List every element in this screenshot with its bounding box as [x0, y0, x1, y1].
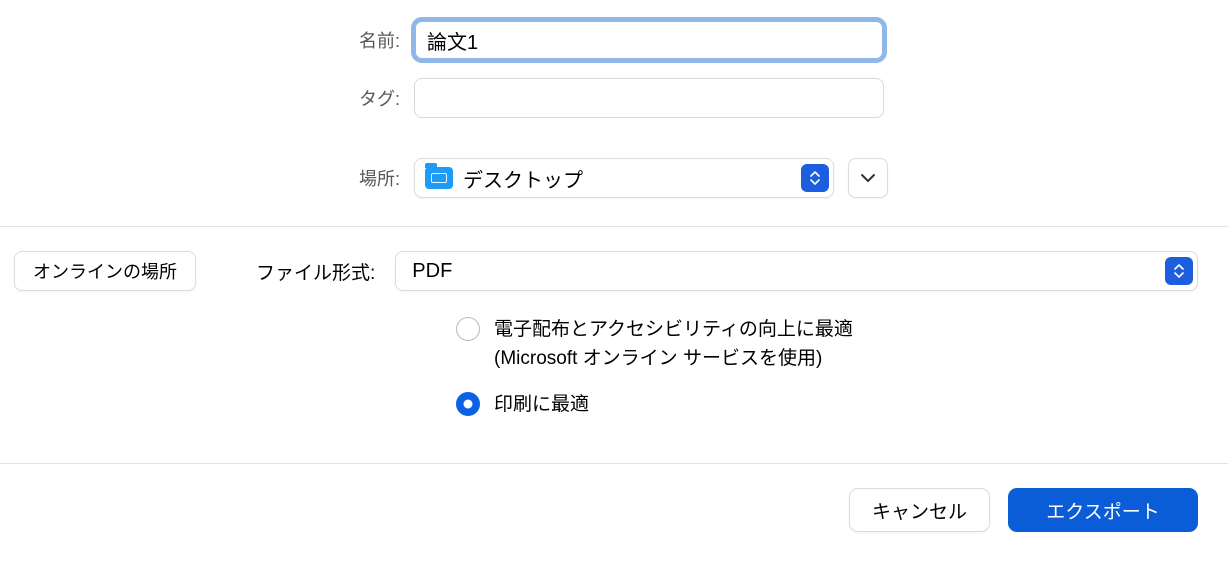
cancel-button[interactable]: キャンセル — [849, 488, 990, 532]
format-row: オンラインの場所 ファイル形式: PDF — [0, 251, 1228, 291]
folder-icon — [425, 167, 453, 189]
updown-icon — [1165, 257, 1193, 285]
save-panel-top: 名前: タグ: 場所: デスクトップ — [0, 0, 1228, 226]
format-panel: オンラインの場所 ファイル形式: PDF 電子配布とアクセシビリティの向上に最適… — [0, 227, 1228, 463]
online-locations-button[interactable]: オンラインの場所 — [14, 251, 196, 291]
name-input[interactable] — [414, 20, 884, 60]
file-format-label: ファイル形式: — [256, 258, 375, 285]
file-format-select[interactable]: PDF — [395, 251, 1198, 291]
file-format-value: PDF — [412, 260, 1159, 283]
location-row: 場所: デスクトップ — [0, 158, 1228, 198]
radio-label-print: 印刷に最適 — [494, 390, 589, 419]
radio-icon-selected — [456, 392, 480, 416]
location-select[interactable]: デスクトップ — [414, 158, 834, 198]
name-row: 名前: — [0, 20, 1228, 60]
pdf-optimize-radio-group: 電子配布とアクセシビリティの向上に最適 (Microsoft オンライン サービ… — [0, 315, 1228, 419]
expand-button[interactable] — [848, 158, 888, 198]
radio-icon — [456, 317, 480, 341]
cancel-label: キャンセル — [872, 497, 967, 524]
chevron-down-icon — [860, 173, 876, 183]
name-label: 名前: — [0, 27, 400, 53]
radio-label-digital: 電子配布とアクセシビリティの向上に最適 (Microsoft オンライン サービ… — [494, 315, 853, 374]
tags-label: タグ: — [0, 85, 400, 111]
updown-icon — [801, 164, 829, 192]
location-label: 場所: — [0, 165, 400, 191]
export-label: エクスポート — [1046, 497, 1159, 524]
radio-option-print[interactable]: 印刷に最適 — [456, 390, 1228, 419]
export-button[interactable]: エクスポート — [1008, 488, 1198, 532]
location-text: デスクトップ — [463, 164, 795, 193]
radio-option-digital[interactable]: 電子配布とアクセシビリティの向上に最適 (Microsoft オンライン サービ… — [456, 315, 1228, 374]
action-bar: キャンセル エクスポート — [0, 464, 1228, 556]
online-locations-label: オンラインの場所 — [33, 258, 177, 284]
tags-row: タグ: — [0, 78, 1228, 118]
tags-input[interactable] — [414, 78, 884, 118]
